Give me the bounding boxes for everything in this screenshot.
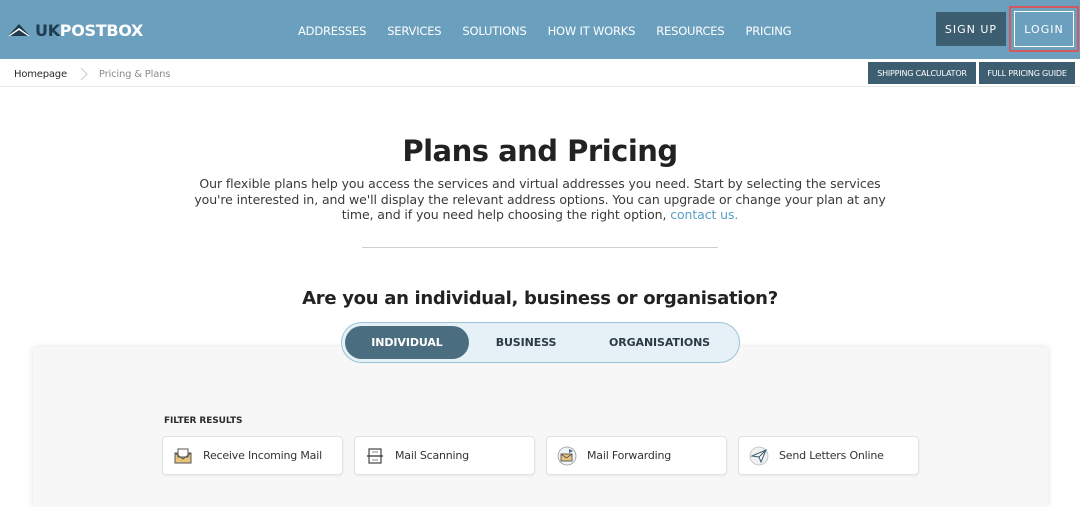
filter-label: Mail Scanning — [395, 449, 469, 462]
audience-question: Are you an individual, business or organ… — [302, 288, 778, 309]
filter-receive-incoming-mail[interactable]: Receive Incoming Mail — [162, 436, 343, 475]
filter-label: Mail Forwarding — [587, 449, 672, 462]
filter-mail-forwarding[interactable]: Mail Forwarding — [546, 436, 727, 475]
nav-resources[interactable]: RESOURCES — [656, 24, 724, 38]
paper-plane-icon — [749, 446, 769, 466]
nav-solutions[interactable]: SOLUTIONS — [462, 24, 526, 38]
contact-us-link[interactable]: contact us. — [670, 207, 738, 222]
pricing-panel — [33, 347, 1048, 507]
logo-text: UKPOSTBOX — [35, 20, 144, 40]
nav-how-it-works[interactable]: HOW IT WORKS — [548, 24, 636, 38]
forward-mail-icon — [557, 446, 577, 466]
filter-results-label: FILTER RESULTS — [164, 416, 243, 426]
filter-label: Send Letters Online — [779, 449, 884, 462]
logo[interactable]: UKPOSTBOX — [8, 20, 143, 40]
breadcrumb-home-link[interactable]: Homepage — [14, 69, 67, 80]
filter-mail-scanning[interactable]: Mail Scanning — [354, 436, 535, 475]
section-divider — [362, 247, 718, 248]
scanner-icon — [365, 446, 385, 466]
breadcrumb: Homepage Pricing & Plans — [14, 67, 170, 81]
full-pricing-guide-button[interactable]: FULL PRICING GUIDE — [979, 62, 1075, 84]
envelope-logo-icon — [8, 24, 30, 36]
intro-text: Our flexible plans help you access the s… — [194, 176, 886, 222]
chevron-right-icon — [80, 67, 88, 81]
breadcrumb-current: Pricing & Plans — [98, 68, 171, 80]
tab-individual[interactable]: INDIVIDUAL — [345, 326, 469, 359]
top-navigation-bar: UKPOSTBOX ADDRESSES SERVICES SOLUTIONS H… — [0, 0, 1080, 59]
shipping-calculator-button[interactable]: SHIPPING CALCULATOR — [868, 62, 976, 84]
filter-label: Receive Incoming Mail — [203, 449, 322, 462]
nav-addresses[interactable]: ADDRESSES — [298, 24, 366, 38]
filter-send-letters-online[interactable]: Send Letters Online — [738, 436, 919, 475]
tab-business[interactable]: BUSINESS — [482, 326, 570, 359]
audience-toggle: INDIVIDUAL BUSINESS ORGANISATIONS — [341, 322, 740, 363]
intro-paragraph: Our flexible plans help you access the s… — [180, 176, 900, 223]
nav-pricing[interactable]: PRICING — [745, 24, 791, 38]
page-title: Plans and Pricing — [402, 134, 678, 168]
main-nav: ADDRESSES SERVICES SOLUTIONS HOW IT WORK… — [298, 24, 812, 38]
envelope-inbox-icon — [173, 446, 193, 466]
login-button[interactable]: LOGIN — [1014, 11, 1074, 47]
nav-services[interactable]: SERVICES — [387, 24, 441, 38]
tab-organisations[interactable]: ORGANISATIONS — [592, 326, 727, 359]
signup-button[interactable]: SIGN UP — [936, 12, 1006, 46]
